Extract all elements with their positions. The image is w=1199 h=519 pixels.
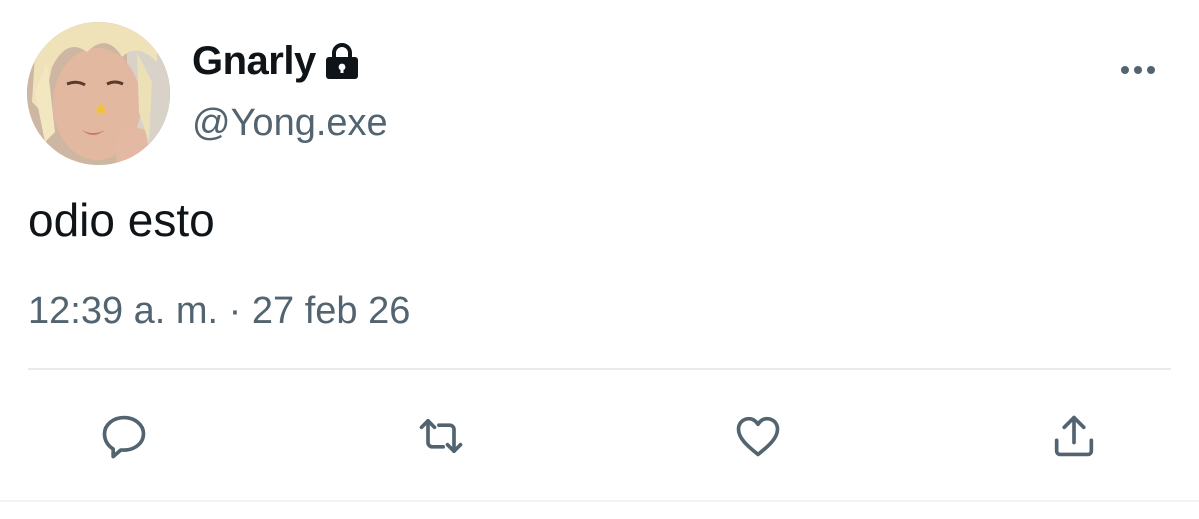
tweet-timestamp[interactable]: 12:39 a. m. · 27 feb 26 — [28, 288, 410, 334]
divider — [28, 368, 1171, 370]
avatar[interactable] — [27, 22, 170, 165]
reply-button[interactable] — [96, 408, 152, 464]
lock-icon — [325, 43, 358, 79]
reply-icon — [102, 415, 146, 459]
heart-icon — [736, 416, 780, 457]
retweet-icon — [419, 418, 463, 454]
tweet-card: Gnarly @Yong.exe odio esto 12:39 a. m. ·… — [0, 0, 1199, 519]
tweet-text: odio esto — [28, 194, 215, 246]
more-options-icon[interactable] — [1116, 58, 1160, 82]
share-icon — [1054, 415, 1094, 457]
bottom-divider — [0, 500, 1199, 502]
user-handle[interactable]: @Yong.exe — [192, 100, 388, 146]
retweet-button[interactable] — [413, 408, 469, 464]
share-button[interactable] — [1046, 408, 1102, 464]
display-name-text: Gnarly — [192, 39, 316, 83]
display-name[interactable]: Gnarly — [192, 38, 360, 84]
like-button[interactable] — [730, 408, 786, 464]
profile-photo-icon — [27, 22, 170, 165]
